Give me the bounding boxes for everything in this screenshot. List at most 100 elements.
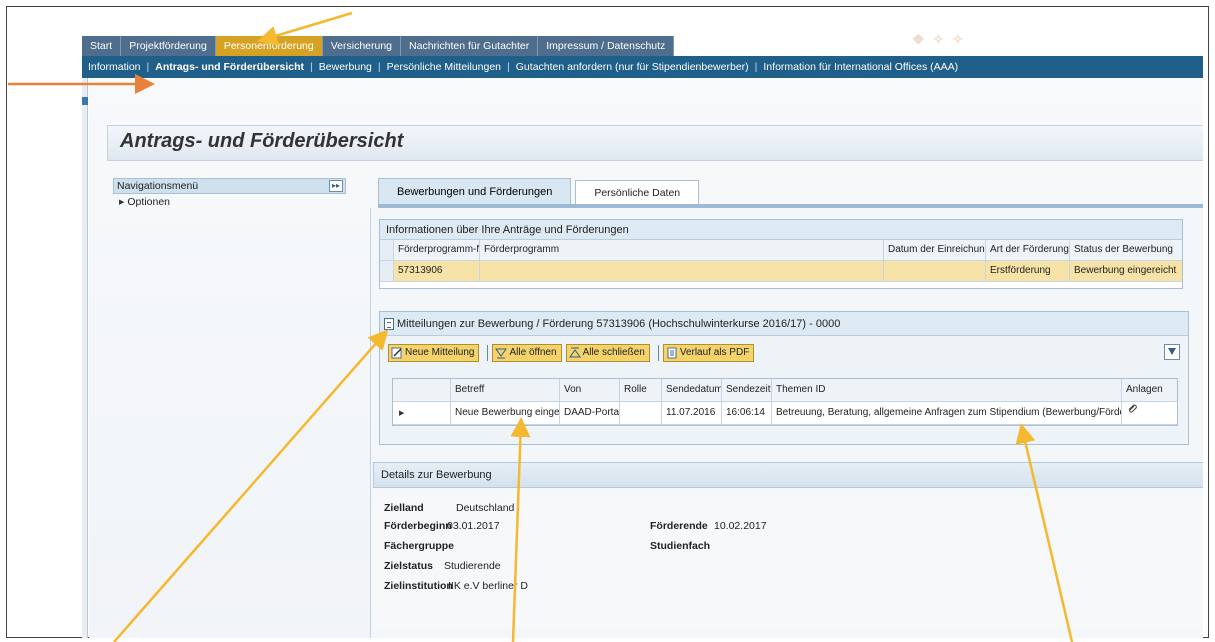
toolbar-separator bbox=[657, 345, 659, 361]
cell-art: Erstförderung bbox=[986, 261, 1070, 281]
label-foerderende: Förderende bbox=[650, 520, 708, 532]
nav-option-label: Optionen bbox=[127, 196, 171, 208]
close-all-label: Alle schließen bbox=[582, 347, 645, 358]
label-zielstatus: Zielstatus bbox=[384, 560, 434, 572]
subnav-separator: | bbox=[310, 61, 313, 73]
column-header[interactable]: Betreff bbox=[451, 379, 560, 401]
column-header[interactable]: Sendedatum bbox=[662, 379, 722, 401]
rail-expand-handle[interactable] bbox=[82, 97, 88, 105]
cell-status: Bewerbung eingereicht bbox=[1074, 265, 1177, 276]
details-header-bar bbox=[373, 462, 1203, 488]
sub-navigation: Information | Antrags- und Förderübersic… bbox=[82, 56, 1203, 78]
details-title: Details zur Bewerbung bbox=[381, 469, 492, 481]
label-zielland: Zielland bbox=[384, 502, 424, 514]
value-foerderbeginn: 03.01.2017 bbox=[447, 520, 500, 532]
filter-icon[interactable] bbox=[1164, 344, 1180, 360]
value-zielland: Deutschland bbox=[456, 502, 515, 514]
label-foerderbeginn: Förderbeginn bbox=[384, 520, 452, 532]
tab-persoenliche-daten[interactable]: Persönliche Daten bbox=[575, 180, 700, 204]
cell-betreff[interactable]: Neue Bewerbung eingereicht bbox=[451, 402, 560, 424]
open-all-button[interactable]: Alle öffnen bbox=[492, 344, 562, 362]
messages-panel: Mitteilungen zur Bewerbung / Förderung 5… bbox=[379, 311, 1189, 445]
navigation-header: Navigationsmenü ▸▸ bbox=[113, 178, 346, 194]
expander-header bbox=[393, 379, 451, 401]
column-header[interactable]: Anlagen bbox=[1122, 379, 1177, 401]
messages-title-bar: Mitteilungen zur Bewerbung / Förderung 5… bbox=[380, 312, 1188, 336]
cell-anlagen[interactable] bbox=[1122, 402, 1177, 424]
cell-von: DAAD-Portal bbox=[560, 402, 620, 424]
navigation-header-label: Navigationsmenü bbox=[117, 180, 199, 192]
tab-bewerbungen-foerderungen[interactable]: Bewerbungen und Förderungen bbox=[378, 178, 572, 204]
row-selector-header bbox=[380, 240, 394, 260]
collapse-all-icon bbox=[568, 347, 581, 358]
tab-impressum[interactable]: Impressum / Datenschutz bbox=[538, 36, 675, 56]
subnav-separator: | bbox=[754, 61, 758, 73]
expand-all-icon bbox=[495, 348, 508, 359]
history-pdf-label: Verlauf als PDF bbox=[679, 347, 750, 358]
new-message-label: Neue Mitteilung bbox=[405, 347, 475, 358]
subnav-bewerbung[interactable]: Bewerbung bbox=[319, 61, 372, 73]
open-all-label: Alle öffnen bbox=[509, 347, 557, 358]
subnav-separator: | bbox=[377, 61, 381, 73]
cell-sendezeit: 16:06:14 bbox=[722, 402, 772, 424]
messages-title: Mitteilungen zur Bewerbung / Förderung 5… bbox=[397, 317, 841, 330]
cell-themen-id: Betreuung, Beratung, allgemeine Anfragen… bbox=[772, 402, 1122, 424]
cell-rolle bbox=[620, 402, 662, 424]
subnav-international-offices[interactable]: Information für International Offices (A… bbox=[763, 61, 958, 73]
tab-start[interactable]: Start bbox=[82, 36, 122, 56]
column-header[interactable]: Rolle bbox=[620, 379, 662, 401]
messages-toolbar: Neue Mitteilung Alle öffnen Alle schließ… bbox=[388, 343, 1180, 363]
document-icon bbox=[384, 317, 394, 330]
close-all-button[interactable]: Alle schließen bbox=[565, 344, 650, 362]
column-header[interactable]: Art der Förderung bbox=[986, 240, 1070, 260]
row-selector[interactable] bbox=[380, 261, 394, 281]
column-header[interactable]: Förderprogramm bbox=[480, 240, 884, 260]
cell-sendedatum: 11.07.2016 bbox=[662, 402, 722, 424]
subnav-antrags-foerderuebersicht[interactable]: Antrags- und Förderübersicht bbox=[155, 61, 304, 73]
collapse-panel-icon[interactable]: ▸▸ bbox=[329, 180, 343, 192]
table-row[interactable]: ▶ Neue Bewerbung eingereicht DAAD-Portal… bbox=[393, 402, 1177, 425]
label-faechergruppe: Fächergruppe bbox=[384, 540, 455, 552]
column-header[interactable]: Datum der Einreichung bbox=[884, 240, 986, 260]
column-header[interactable]: Themen ID bbox=[772, 379, 1122, 401]
tab-personenfoerderung[interactable]: Personenförderung bbox=[215, 36, 323, 56]
column-header[interactable]: Von bbox=[560, 379, 620, 401]
new-message-button[interactable]: Neue Mitteilung bbox=[388, 344, 480, 362]
history-pdf-button[interactable]: Verlauf als PDF bbox=[662, 344, 755, 362]
cell-datum bbox=[884, 261, 986, 281]
pdf-document-icon bbox=[667, 347, 677, 359]
toolbar-separator bbox=[487, 345, 489, 361]
tab-versicherung[interactable]: Versicherung bbox=[322, 36, 402, 56]
nav-option-optionen[interactable]: ▶ Optionen bbox=[113, 196, 346, 208]
tab-nachrichten-gutachter[interactable]: Nachrichten für Gutachter bbox=[401, 36, 539, 56]
table-header-row: Betreff Von Rolle Sendedatum Sendezeit T… bbox=[393, 379, 1177, 402]
top-tab-bar: Start Projektförderung Personenförderung… bbox=[82, 36, 675, 56]
subnav-persoenliche-mitteilungen[interactable]: Persönliche Mitteilungen bbox=[387, 61, 501, 73]
row-expander[interactable]: ▶ bbox=[393, 402, 451, 424]
subnav-separator: | bbox=[507, 61, 510, 73]
tab-underline bbox=[378, 204, 1203, 208]
paperclip-icon[interactable] bbox=[1126, 403, 1138, 415]
pencil-note-icon bbox=[391, 347, 402, 359]
content-tab-strip: Bewerbungen und Förderungen Persönliche … bbox=[378, 178, 703, 204]
messages-table: Betreff Von Rolle Sendedatum Sendezeit T… bbox=[392, 378, 1178, 426]
subnav-separator: | bbox=[146, 61, 150, 73]
triangle-right-icon: ▶ bbox=[399, 410, 405, 417]
applications-table: Informationen über Ihre Anträge und Förd… bbox=[379, 219, 1183, 289]
column-header[interactable]: Sendezeit bbox=[722, 379, 772, 401]
tab-projektfoerderung[interactable]: Projektförderung bbox=[121, 36, 216, 56]
page-title: Antrags- und Förderübersicht bbox=[120, 130, 404, 152]
subnav-gutachten-anfordern[interactable]: Gutachten anfordern (nur für Stipendienb… bbox=[516, 61, 749, 73]
column-header[interactable]: Förderprogramm-Nr. bbox=[394, 240, 480, 260]
triangle-right-icon: ▶ bbox=[119, 199, 125, 206]
column-header[interactable]: Status der Bewerbung bbox=[1070, 240, 1182, 260]
applications-title: Informationen über Ihre Anträge und Förd… bbox=[380, 220, 1182, 240]
cell-foerderprogramm bbox=[480, 261, 884, 281]
left-rail bbox=[82, 78, 88, 638]
table-row[interactable]: 57313906 Erstförderung Bewerbung eingere… bbox=[380, 261, 1182, 282]
cell-foerderprogramm-nr: 57313906 bbox=[394, 261, 480, 281]
label-studienfach: Studienfach bbox=[650, 540, 711, 552]
subnav-information[interactable]: Information bbox=[88, 61, 141, 73]
value-foerderende: 10.02.2017 bbox=[714, 520, 767, 532]
label-zielinstitution: Zielinstitution bbox=[384, 580, 453, 592]
